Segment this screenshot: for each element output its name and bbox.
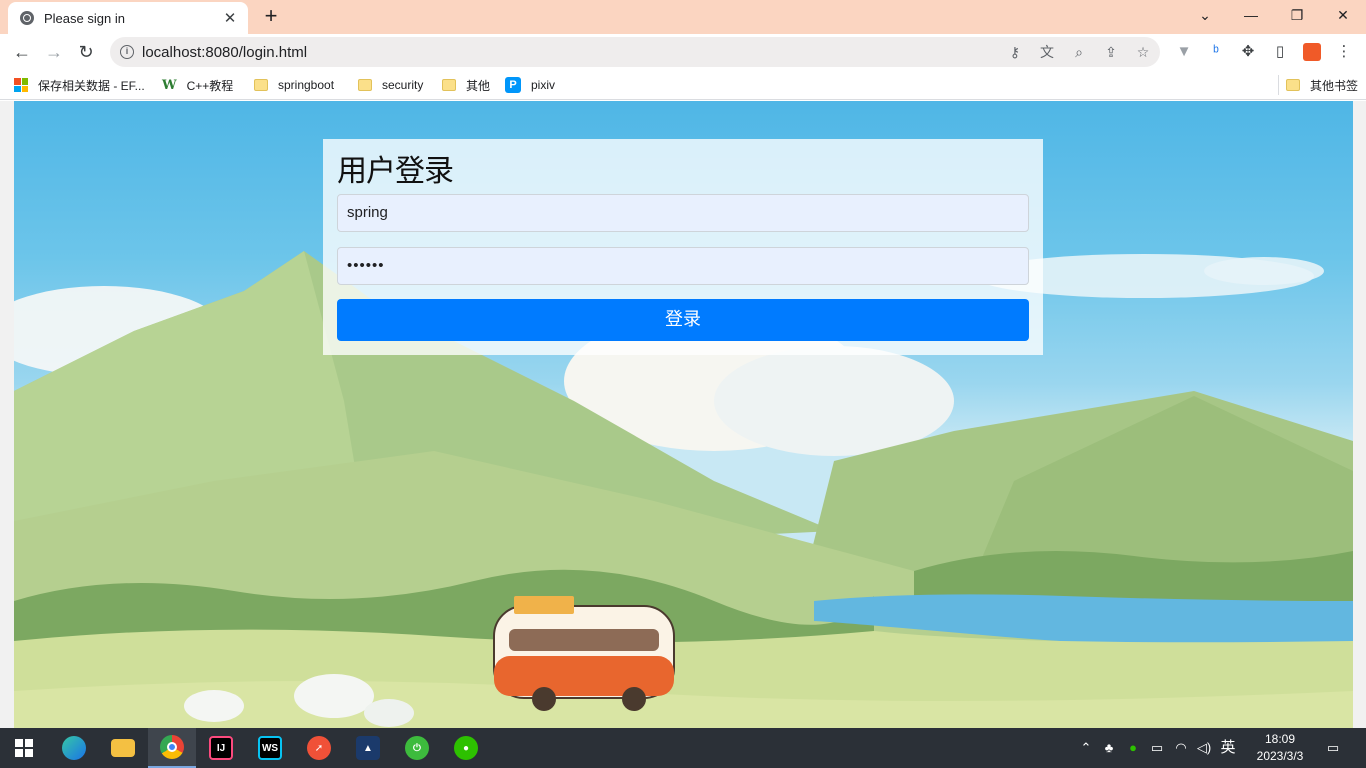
other-bookmarks[interactable]: 其他书签	[1286, 76, 1358, 94]
bookmark-item[interactable]: P pixiv	[505, 76, 555, 94]
battery-icon[interactable]: ▭	[1148, 728, 1166, 768]
back-button[interactable]: ←	[8, 38, 36, 66]
file-explorer-icon[interactable]	[99, 728, 147, 768]
browser-toolbar: ← → ↻ i localhost:8080/login.html ⚷ 文 ⌕ …	[0, 34, 1366, 70]
star-icon[interactable]: ☆	[1134, 43, 1152, 61]
minimize-button[interactable]: —	[1228, 0, 1274, 30]
chrome-icon[interactable]	[148, 728, 196, 768]
tab-title: Please sign in	[44, 10, 125, 26]
bookmark-folder[interactable]: springboot	[254, 76, 334, 94]
forward-button[interactable]: →	[40, 38, 68, 66]
pixiv-icon: P	[505, 77, 521, 93]
microsoft-icon	[14, 78, 28, 92]
browser-titlebar: Please sign in ✕ + ⌄ — ❐ ✕	[0, 0, 1366, 34]
login-button[interactable]: 登录	[337, 299, 1029, 341]
new-tab-button[interactable]: +	[258, 4, 284, 30]
menu-icon[interactable]: ⋮	[1334, 42, 1354, 62]
folder-icon	[442, 79, 456, 91]
restore-button[interactable]: ❐	[1274, 0, 1320, 30]
bing-icon[interactable]: ᵇ	[1206, 42, 1226, 62]
close-window-button[interactable]: ✕	[1320, 0, 1366, 30]
tab-login[interactable]: Please sign in ✕	[8, 2, 248, 34]
wechat-icon[interactable]: ●	[442, 728, 490, 768]
tray-expand-icon[interactable]: ⌃	[1078, 728, 1094, 768]
translate-icon[interactable]: 文	[1038, 43, 1056, 61]
share-icon[interactable]: ⇪	[1102, 43, 1120, 61]
bookmark-item[interactable]: 保存相关数据 - EF...	[14, 76, 145, 94]
site-info-icon[interactable]: i	[120, 45, 134, 59]
power-icon[interactable]: ⏻	[393, 728, 441, 768]
system-clock[interactable]: 18:09 2023/3/3	[1242, 731, 1318, 765]
vpn-icon[interactable]: ▼	[1174, 42, 1194, 62]
network-icon[interactable]: ◠	[1172, 728, 1190, 768]
bookmark-folder[interactable]: 其他	[442, 76, 490, 94]
ime-indicator[interactable]: 英	[1218, 728, 1238, 768]
tab-search-button[interactable]: ⌄	[1182, 0, 1228, 30]
swift-icon[interactable]: ➚	[295, 728, 343, 768]
clock-date: 2023/3/3	[1256, 749, 1304, 763]
login-form: 用户登录 spring •••••• 登录	[323, 139, 1043, 355]
volume-icon[interactable]: ◁)	[1194, 728, 1214, 768]
page-viewport: 用户登录 spring •••••• 登录	[0, 101, 1366, 728]
w3-icon: W	[162, 77, 177, 93]
key-icon[interactable]: ⚷	[1006, 43, 1024, 61]
windows-start-icon[interactable]	[0, 728, 48, 768]
reload-button[interactable]: ↻	[72, 38, 100, 66]
bookmark-item[interactable]: W C++教程	[162, 76, 233, 94]
bookmark-folder[interactable]: security	[358, 76, 423, 94]
url-text[interactable]: localhost:8080/login.html	[142, 44, 307, 61]
zoom-icon[interactable]: ⌕	[1070, 43, 1088, 61]
webstorm-icon[interactable]: WS	[246, 728, 294, 768]
app-icon[interactable]: ▲	[344, 728, 392, 768]
close-tab-icon[interactable]: ✕	[222, 9, 238, 27]
sidepanel-icon[interactable]: ▯	[1270, 42, 1290, 62]
intellij-icon[interactable]: IJ	[197, 728, 245, 768]
login-title: 用户登录	[337, 154, 454, 189]
wechat-tray-icon[interactable]: ●	[1124, 728, 1142, 768]
globe-icon	[20, 11, 34, 25]
address-bar[interactable]: i localhost:8080/login.html ⚷ 文 ⌕ ⇪ ☆	[110, 37, 1160, 67]
qq-icon[interactable]: ♣	[1100, 728, 1118, 768]
edge-icon[interactable]	[50, 728, 98, 768]
windows-taskbar: IJ WS ➚ ▲ ⏻ ● ⌃ ♣ ● ▭ ◠ ◁) 英 18:09 2023/…	[0, 728, 1366, 768]
folder-icon	[358, 79, 372, 91]
divider	[1278, 75, 1279, 95]
extensions-icon[interactable]: ✥	[1238, 42, 1258, 62]
username-input[interactable]: spring	[337, 194, 1029, 232]
bookmarks-bar: 保存相关数据 - EF... W C++教程 springboot securi…	[0, 70, 1366, 100]
notification-icon[interactable]: ▭	[1322, 728, 1344, 768]
password-input[interactable]: ••••••	[337, 247, 1029, 285]
clock-time: 18:09	[1264, 732, 1296, 746]
folder-icon	[254, 79, 268, 91]
profile-icon[interactable]	[1302, 42, 1322, 62]
folder-icon	[1286, 79, 1300, 91]
bus-illustration	[493, 596, 675, 711]
